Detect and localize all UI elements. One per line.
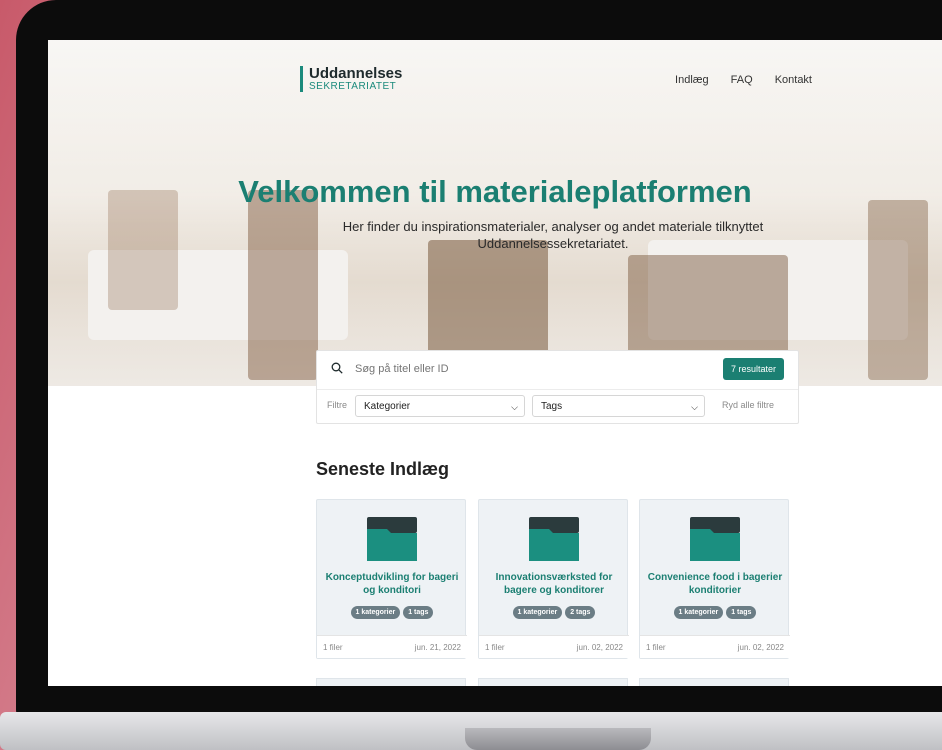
latest-posts-heading: Seneste Indlæg: [316, 459, 450, 479]
results-button[interactable]: 7 resultater: [722, 358, 784, 380]
category-badge: 1 kategorier: [350, 606, 401, 619]
nav-links: Indlæg FAQ Kontakt: [675, 74, 812, 86]
browser-screen: Uddannelses SEKRETARIATET Indlæg FAQ Kon…: [48, 40, 942, 686]
badge-group: 1 kategorier 1 tags: [317, 606, 467, 619]
chair-decoration: [868, 200, 928, 380]
badge-group: 1 kategorier 2 tags: [479, 606, 629, 619]
tags-select-value: Tags: [541, 401, 563, 412]
tags-badge: 1 tags: [403, 606, 434, 619]
category-badge: 1 kategorier: [673, 606, 724, 619]
tags-select[interactable]: Tags ⌵: [532, 395, 705, 417]
card-footer: 1 filer jun. 02, 2022: [479, 635, 629, 658]
post-title[interactable]: Konceptudvikling for bageri og konditori: [323, 571, 461, 597]
site-logo[interactable]: Uddannelses SEKRETARIATET: [300, 66, 402, 92]
post-card[interactable]: Konceptudvikling for bageri og konditori…: [316, 499, 467, 659]
badge-group: 1 kategorier 1 tags: [640, 606, 790, 619]
chair-decoration: [248, 190, 318, 380]
search-input[interactable]: [353, 362, 657, 376]
nav-link-kontakt[interactable]: Kontakt: [775, 74, 812, 86]
category-select-value: Kategorier: [364, 401, 411, 412]
nav-link-indlaeg[interactable]: Indlæg: [675, 74, 709, 86]
nav-link-faq[interactable]: FAQ: [731, 74, 753, 86]
folder-icon: [367, 517, 417, 561]
file-count: 1 filer: [323, 643, 343, 652]
logo-subtitle: SEKRETARIATET: [309, 81, 397, 92]
chevron-down-icon: ⌵: [691, 402, 698, 412]
laptop-notch: [465, 728, 651, 750]
post-card[interactable]: Convenience food i bagerier konditorier …: [639, 499, 790, 659]
post-date: jun. 02, 2022: [576, 643, 623, 652]
folder-icon: [529, 517, 579, 561]
tags-badge: 2 tags: [565, 606, 596, 619]
post-date: jun. 02, 2022: [737, 643, 784, 652]
post-title[interactable]: Convenience food i bagerier konditorier: [646, 571, 784, 597]
post-card-partial[interactable]: [478, 678, 628, 686]
page-subtitle: Her finder du inspirationsmaterialer, an…: [342, 219, 764, 251]
post-title[interactable]: Innovationsværksted for bagere og kondit…: [485, 571, 623, 597]
category-select[interactable]: Kategorier ⌵: [355, 395, 525, 417]
folder-icon: [690, 517, 740, 561]
post-card[interactable]: Innovationsværksted for bagere og kondit…: [478, 499, 629, 659]
filters-label: Filtre: [327, 400, 347, 410]
top-navigation: Uddannelses SEKRETARIATET Indlæg FAQ Kon…: [48, 40, 942, 120]
file-count: 1 filer: [485, 643, 505, 652]
search-icon: [331, 362, 343, 374]
tags-badge: 1 tags: [726, 606, 757, 619]
post-card-partial[interactable]: [639, 678, 789, 686]
post-date: jun. 21, 2022: [414, 643, 461, 652]
logo-title: Uddannelses: [309, 65, 403, 82]
search-panel: 7 resultater Filtre Kategorier ⌵ Tags ⌵ …: [316, 350, 799, 424]
filters-row: Filtre Kategorier ⌵ Tags ⌵ Ryd alle filt…: [317, 389, 798, 423]
card-footer: 1 filer jun. 02, 2022: [640, 635, 790, 658]
post-card-partial[interactable]: [316, 678, 466, 686]
clear-filters-link[interactable]: Ryd alle filtre: [722, 400, 774, 410]
chevron-down-icon: ⌵: [511, 402, 518, 412]
page-title: Velkommen til materialeplatformen: [238, 174, 752, 209]
file-count: 1 filer: [646, 643, 666, 652]
search-row: 7 resultater: [317, 351, 798, 390]
card-footer: 1 filer jun. 21, 2022: [317, 635, 467, 658]
category-badge: 1 kategorier: [512, 606, 563, 619]
